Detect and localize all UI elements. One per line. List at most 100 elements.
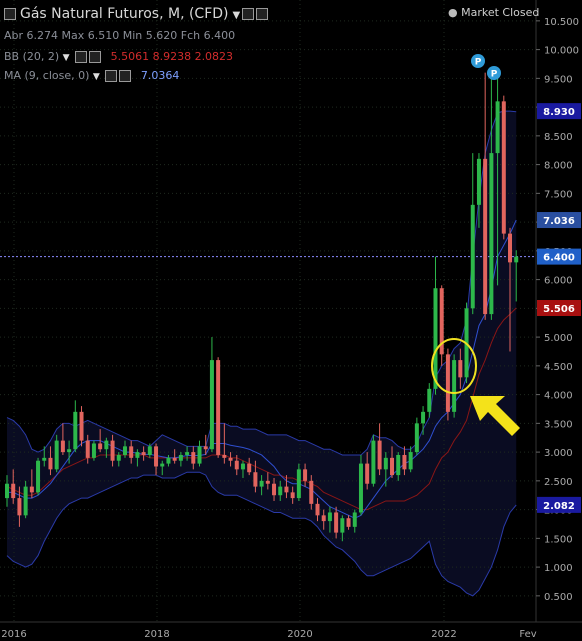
y-tick-label: 10.000 (544, 46, 579, 57)
y-tick-label: 6.000 (544, 276, 573, 287)
settings-icon[interactable] (75, 51, 88, 63)
ohlc-values: Abr 6.274 Max 6.510 Min 5.620 Fch 6.400 (4, 29, 236, 42)
bb-label: BB (20, 2) (4, 50, 60, 63)
candle-body (483, 158, 488, 315)
bb-values: 5.5061 8.9238 2.0823 (110, 50, 234, 63)
candle-body (73, 411, 78, 450)
candle-body (309, 480, 314, 504)
candle-body (85, 440, 90, 458)
candle-body (154, 446, 159, 467)
candle-body (377, 440, 382, 470)
candle-body (60, 440, 65, 453)
candle-body (110, 440, 115, 461)
candle-body (340, 518, 345, 533)
x-tick-label: 2022 (431, 629, 456, 640)
candle-body (414, 423, 419, 453)
candle-body (390, 457, 395, 476)
candle-body (508, 233, 513, 263)
candle-body (240, 463, 245, 470)
x-tick-label: 2018 (144, 629, 169, 640)
pattern-marker-label: P (491, 70, 498, 80)
chart-svg: PP0.5001.0001.5002.0002.5003.0003.5004.0… (0, 0, 582, 641)
market-status: ● Market Closed (448, 6, 539, 19)
candle-body (185, 452, 190, 455)
candle-body (458, 360, 463, 378)
x-tick-label: Fev (519, 629, 536, 640)
y-tick-label: 0.500 (544, 592, 573, 603)
y-tick-label: 10.500 (544, 17, 579, 28)
candle-body (191, 452, 196, 464)
price-label-text: 8.930 (543, 107, 575, 118)
candle-body (203, 446, 208, 450)
candle-body (166, 457, 171, 464)
y-tick-label: 4.000 (544, 391, 573, 402)
y-tick-label: 4.500 (544, 362, 573, 373)
candle-body (315, 503, 320, 516)
y-tick-label: 7.500 (544, 189, 573, 200)
candle-body (476, 158, 481, 205)
candle-body (433, 288, 438, 389)
instrument-header: Gás Natural Futuros, M, (CFD) ▼ (4, 6, 269, 22)
candle-body (67, 449, 72, 453)
settings-icon[interactable] (105, 70, 118, 82)
candle-body (228, 457, 233, 461)
candle-body (5, 483, 9, 499)
candle-body (29, 486, 34, 493)
remove-icon[interactable] (89, 51, 102, 63)
instrument-title: Gás Natural Futuros, M, (CFD) (20, 6, 229, 22)
y-tick-label: 3.500 (544, 419, 573, 430)
remove-icon[interactable] (256, 8, 269, 20)
candle-body (365, 463, 370, 484)
settings-icon[interactable] (242, 8, 255, 20)
candle-body (334, 512, 339, 533)
candle-body (147, 446, 152, 455)
chevron-down-icon[interactable]: ▼ (233, 10, 241, 21)
candle-body (222, 454, 227, 458)
candle-body (501, 101, 506, 234)
price-label-text: 7.036 (543, 216, 575, 227)
candle-body (98, 443, 103, 450)
candle-body (489, 153, 494, 315)
candle-body (408, 452, 413, 470)
chevron-down-icon[interactable]: ▼ (93, 72, 100, 82)
candle-body (253, 472, 258, 487)
candle-body (129, 446, 134, 458)
candle-body (104, 440, 109, 450)
y-tick-label: 5.000 (544, 333, 573, 344)
candle-body (352, 512, 357, 527)
candle-body (259, 480, 264, 487)
bb-row: BB (20, 2) ▼ 5.5061 8.9238 2.0823 (4, 50, 233, 63)
price-label-text: 5.506 (543, 304, 575, 315)
candle-body (452, 360, 457, 412)
y-tick-label: 2.500 (544, 477, 573, 488)
remove-icon[interactable] (119, 70, 132, 82)
candle-body (48, 457, 53, 470)
y-tick-label: 8.500 (544, 132, 573, 143)
candle-body (178, 454, 183, 461)
ma-value: 7.0364 (140, 69, 180, 82)
y-tick-label: 3.000 (544, 448, 573, 459)
candle-body (172, 457, 177, 461)
candle-body (141, 452, 146, 455)
market-status-text: Market Closed (461, 6, 540, 19)
candle-body (495, 101, 500, 154)
price-label-text: 6.400 (543, 253, 575, 264)
chevron-down-icon[interactable]: ▼ (63, 53, 70, 63)
candle-body (402, 454, 407, 470)
ma-row: MA (9, close, 0) ▼ 7.0364 (4, 69, 179, 82)
header-close-icon[interactable] (4, 8, 16, 20)
candle-body (11, 483, 16, 499)
candle-body (346, 518, 351, 527)
candle-body (23, 486, 28, 516)
ma-label: MA (9, close, 0) (4, 69, 90, 82)
ohlc-row: Abr 6.274 Max 6.510 Min 5.620 Fch 6.400 (4, 29, 235, 42)
candle-body (470, 204, 475, 309)
candle-body (216, 360, 221, 455)
candle-body (265, 480, 270, 484)
candle-body (445, 354, 450, 412)
candle-body (290, 492, 295, 499)
chart-window: { "header": { "title": "Gás Natural Futu… (0, 0, 582, 641)
candle-body (160, 463, 165, 467)
candle-body (36, 460, 41, 493)
candle-body (396, 454, 401, 476)
